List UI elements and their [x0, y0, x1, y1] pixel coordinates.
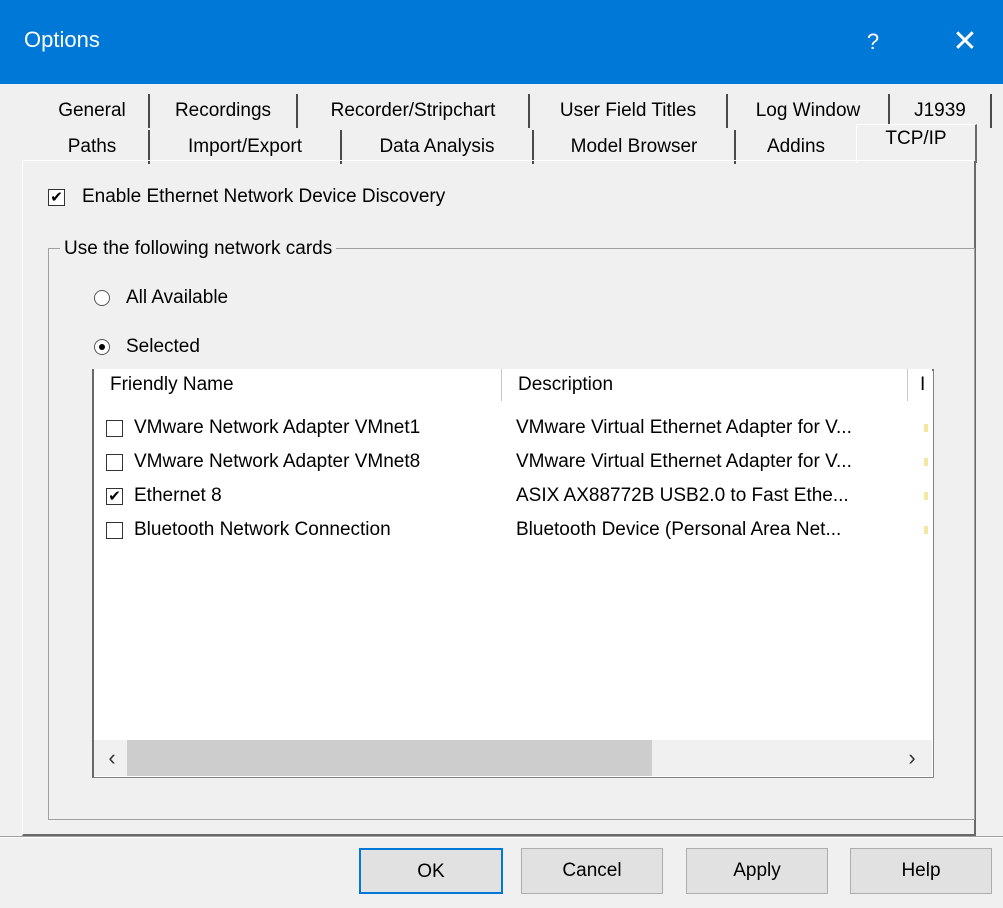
row-description-bluetooth: Bluetooth Device (Personal Area Net...	[516, 519, 842, 540]
row-checkbox-ethernet8[interactable]: ✔	[106, 488, 123, 505]
row-indicator-vmnet8	[924, 458, 928, 466]
row-description-vmnet1: VMware Virtual Ethernet Adapter for V...	[516, 417, 852, 438]
row-indicator-ethernet8	[924, 492, 928, 500]
scroll-right-icon[interactable]: ›	[896, 740, 928, 776]
selected-label: Selected	[126, 336, 200, 357]
ok-button[interactable]: OK	[359, 848, 503, 894]
cancel-button[interactable]: Cancel	[521, 848, 663, 894]
scrollbar-thumb[interactable]	[127, 740, 652, 776]
tab-model-browser[interactable]: Model Browser	[534, 130, 736, 164]
title-bar: Options ? ✕	[0, 0, 1003, 84]
row-name-bluetooth[interactable]: Bluetooth Network Connection	[134, 519, 391, 541]
row-checkbox-vmnet8[interactable]	[106, 454, 123, 471]
row-name-vmnet8[interactable]: VMware Network Adapter VMnet8	[134, 451, 420, 473]
tab-tcp-ip[interactable]: TCP/IP	[856, 124, 977, 163]
tab-log-window[interactable]: Log Window	[728, 94, 890, 128]
tab-data-analysis[interactable]: Data Analysis	[342, 130, 534, 164]
column-header-friendly-name[interactable]: Friendly Name	[94, 369, 502, 401]
row-indicator-bluetooth	[924, 526, 928, 534]
network-cards-group-title: Use the following network cards	[60, 238, 337, 260]
tab-import-export[interactable]: Import/Export	[150, 130, 342, 164]
row-name-vmnet1[interactable]: VMware Network Adapter VMnet1	[134, 417, 420, 439]
tab-recorder-stripchart[interactable]: Recorder/Stripchart	[298, 94, 530, 128]
check-icon: ✔	[108, 488, 121, 505]
help-icon[interactable]: ?	[848, 20, 898, 64]
radio-dot-icon	[99, 344, 105, 350]
tab-j1939[interactable]: J1939	[890, 94, 992, 128]
help-button[interactable]: Help	[850, 848, 992, 894]
check-icon: ✔	[50, 189, 63, 206]
tab-paths[interactable]: Paths	[36, 130, 150, 164]
all-available-label: All Available	[126, 287, 229, 308]
all-available-radio[interactable]	[94, 290, 110, 306]
tab-user-field-titles[interactable]: User Field Titles	[530, 94, 728, 128]
close-icon[interactable]: ✕	[940, 18, 990, 66]
footer-separator	[0, 836, 1003, 838]
window-title: Options	[24, 27, 100, 52]
tab-recordings[interactable]: Recordings	[150, 94, 298, 128]
row-description-vmnet8: VMware Virtual Ethernet Adapter for V...	[516, 451, 852, 472]
row-description-ethernet8: ASIX AX88772B USB2.0 to Fast Ethe...	[516, 485, 849, 506]
scroll-left-icon[interactable]: ‹	[96, 740, 128, 776]
enable-discovery-label: Enable Ethernet Network Device Discovery	[82, 186, 446, 207]
apply-button[interactable]: Apply	[686, 848, 828, 894]
selected-radio[interactable]	[94, 339, 110, 355]
tab-general[interactable]: General	[36, 94, 150, 128]
column-header-extra[interactable]: I	[908, 369, 932, 401]
row-checkbox-vmnet1[interactable]	[106, 420, 123, 437]
row-checkbox-bluetooth[interactable]	[106, 522, 123, 539]
row-indicator-vmnet1	[924, 424, 928, 432]
enable-discovery-checkbox[interactable]: ✔	[48, 189, 65, 206]
row-name-ethernet8[interactable]: Ethernet 8	[134, 485, 222, 507]
tab-addins[interactable]: Addins	[736, 130, 856, 164]
column-header-description[interactable]: Description	[502, 369, 908, 401]
